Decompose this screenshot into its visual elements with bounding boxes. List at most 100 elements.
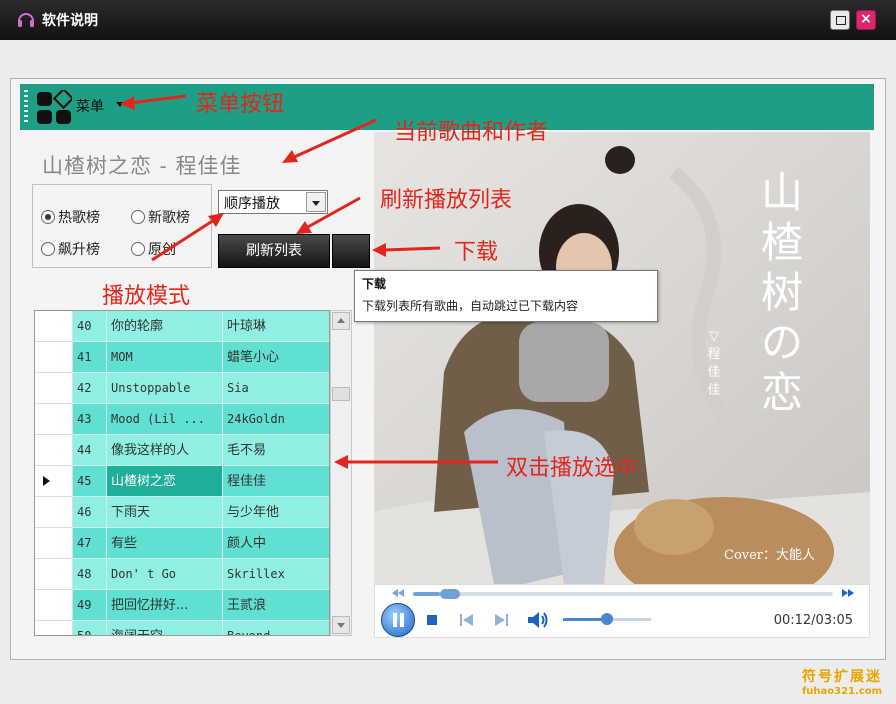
watermark-cn: 符号扩展迷 (802, 669, 882, 685)
seek-bar[interactable] (413, 589, 833, 599)
song-title-cell[interactable]: Don' t Go (107, 559, 223, 590)
row-number: 42 (73, 373, 107, 404)
song-title-cell[interactable]: 你的轮廓 (107, 311, 223, 342)
scroll-up-button[interactable] (332, 312, 350, 330)
artist-cell[interactable]: 蜡笔小心 (223, 342, 329, 373)
row-indicator-cell (35, 404, 73, 435)
app-window: 软件说明 × 菜单 山楂树之恋 - 程佳佳 热歌榜 新歌榜 飙升榜 原创 顺序播… (0, 0, 896, 704)
song-title-cell[interactable]: MOM (107, 342, 223, 373)
seek-thumb[interactable] (440, 589, 461, 599)
song-title-cell[interactable]: Mood (Lil ... (107, 404, 223, 435)
radio-dot[interactable] (41, 210, 55, 224)
scroll-down-button[interactable] (332, 616, 350, 634)
dropdown-arrow-icon[interactable] (306, 192, 326, 212)
previous-track-icon[interactable] (459, 613, 475, 627)
playlist-table: 40 你的轮廓 叶琼琳 41 MOM 蜡笔小心 42 Unstoppable Sia 43 Mood… (34, 310, 330, 636)
row-indicator-cell (35, 373, 73, 404)
scroll-thumb[interactable] (332, 387, 350, 401)
annotation-refresh-list: 刷新播放列表 (380, 188, 513, 213)
artist-cell[interactable]: 与少年他 (223, 497, 329, 528)
volume-slider[interactable] (563, 613, 651, 625)
cover-title-text: 山楂树の恋 (760, 168, 803, 417)
table-row[interactable]: 46 下雨天 与少年他 (35, 497, 329, 528)
row-indicator-cell (35, 342, 73, 373)
cover-artist-text: ▽程佳佳 (707, 329, 721, 398)
volume-thumb[interactable] (601, 613, 613, 625)
row-number: 40 (73, 311, 107, 342)
artist-cell[interactable]: 毛不易 (223, 435, 329, 466)
row-indicator-cell (35, 497, 73, 528)
player-controls: 00:12/03:05 (374, 584, 870, 638)
close-button[interactable]: × (856, 10, 876, 30)
stop-icon[interactable] (425, 613, 439, 627)
radio-dot[interactable] (131, 242, 145, 256)
artist-cell[interactable]: 颜人中 (223, 528, 329, 559)
row-number: 48 (73, 559, 107, 590)
play-mode-select[interactable]: 顺序播放 (218, 190, 328, 214)
table-row[interactable]: 49 把回忆拼好... 王贰浪 (35, 590, 329, 621)
download-tooltip: 下载 下载列表所有歌曲，自动跳过已下载内容 (354, 270, 658, 322)
volume-icon[interactable] (527, 611, 549, 629)
title-bar: 软件说明 × (0, 0, 896, 40)
refresh-list-button[interactable]: 刷新列表 (218, 234, 330, 268)
song-title-cell[interactable]: 海阔天空 (107, 621, 223, 635)
chart-selector: 热歌榜 新歌榜 飙升榜 原创 (32, 184, 212, 268)
next-track-icon[interactable] (493, 613, 509, 627)
row-number: 41 (73, 342, 107, 373)
toolbar-grip[interactable] (24, 90, 28, 124)
row-indicator-cell (35, 528, 73, 559)
table-row[interactable]: 40 你的轮廓 叶琼琳 (35, 311, 329, 342)
artist-cell[interactable]: 程佳佳 (223, 466, 329, 497)
cover-credit-text: Cover：大能人 (724, 548, 816, 563)
artist-cell[interactable]: Sia (223, 373, 329, 404)
song-title-cell[interactable]: 下雨天 (107, 497, 223, 528)
menu-grid-icon[interactable] (36, 90, 72, 126)
song-title-cell[interactable]: 有些 (107, 528, 223, 559)
annotation-play-mode: 播放模式 (102, 284, 191, 309)
radio-dot[interactable] (41, 242, 55, 256)
annotation-current-song: 当前歌曲和作者 (394, 120, 549, 145)
download-button[interactable] (332, 234, 370, 268)
headphones-icon (18, 13, 34, 27)
chevron-down-icon[interactable] (116, 102, 124, 107)
song-title-cell[interactable]: 像我这样的人 (107, 435, 223, 466)
row-number: 47 (73, 528, 107, 559)
artist-cell[interactable]: Skrillex (223, 559, 329, 590)
tooltip-body: 下载列表所有歌曲，自动跳过已下载内容 (362, 299, 579, 313)
song-title-cell[interactable]: 山楂树之恋 (107, 466, 223, 497)
table-row[interactable]: 41 MOM 蜡笔小心 (35, 342, 329, 373)
menu-button[interactable]: 菜单 (76, 96, 104, 116)
radio-new-chart[interactable]: 新歌榜 (131, 207, 190, 227)
seek-fill (413, 592, 441, 596)
song-title-cell[interactable]: 把回忆拼好... (107, 590, 223, 621)
tooltip-title: 下载 (362, 277, 387, 291)
table-row[interactable]: 43 Mood (Lil ... 24kGoldn (35, 404, 329, 435)
maximize-button[interactable] (830, 10, 850, 30)
table-row[interactable]: 42 Unstoppable Sia (35, 373, 329, 404)
table-row[interactable]: 47 有些 颜人中 (35, 528, 329, 559)
radio-original-chart[interactable]: 原创 (131, 239, 176, 259)
radio-dot[interactable] (131, 210, 145, 224)
artist-cell[interactable]: 王贰浪 (223, 590, 329, 621)
artist-cell[interactable]: 24kGoldn (223, 404, 329, 435)
row-indicator-cell (35, 435, 73, 466)
row-indicator-cell (35, 621, 73, 635)
artist-cell[interactable]: Beyond (223, 621, 329, 635)
play-mode-value: 顺序播放 (224, 196, 280, 212)
playlist-scrollbar[interactable] (330, 310, 352, 636)
table-row[interactable]: 45 山楂树之恋 程佳佳 (35, 466, 329, 497)
row-number: 45 (73, 466, 107, 497)
current-row-arrow-icon (43, 476, 50, 486)
pause-button[interactable] (381, 603, 415, 637)
radio-hot-chart[interactable]: 热歌榜 (41, 207, 100, 227)
fast-forward-icon[interactable] (841, 588, 855, 598)
radio-rising-chart[interactable]: 飙升榜 (41, 239, 100, 259)
annotation-menu-button: 菜单按钮 (196, 92, 285, 117)
table-row[interactable]: 44 像我这样的人 毛不易 (35, 435, 329, 466)
song-title-cell[interactable]: Unstoppable (107, 373, 223, 404)
artist-cell[interactable]: 叶琼琳 (223, 311, 329, 342)
row-number: 50 (73, 621, 107, 635)
table-row[interactable]: 48 Don' t Go Skrillex (35, 559, 329, 590)
rewind-icon[interactable] (391, 588, 405, 598)
table-row[interactable]: 50海阔天空Beyond (35, 621, 329, 635)
